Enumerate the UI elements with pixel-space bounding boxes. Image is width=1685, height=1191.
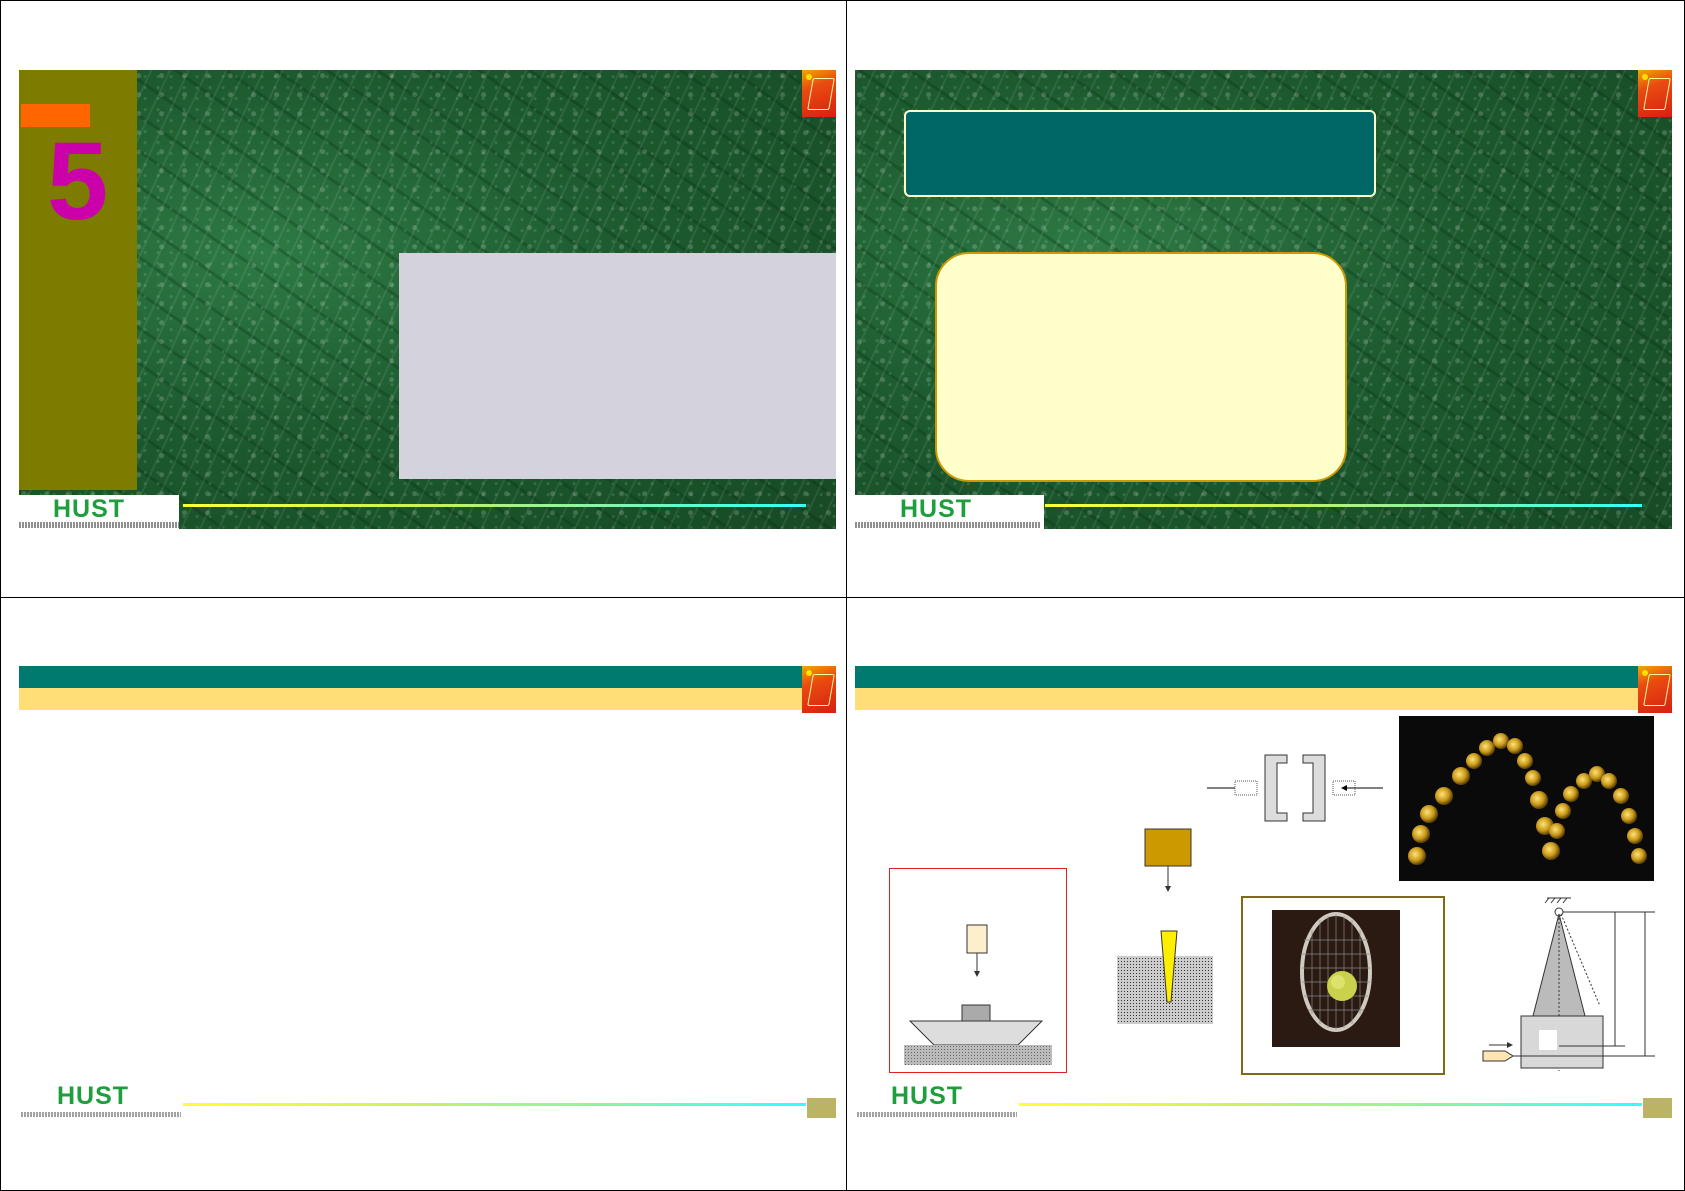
handout-page: 5 HUST HUST HUST HUST bbox=[0, 0, 1685, 1191]
page-border bbox=[0, 0, 1685, 1191]
